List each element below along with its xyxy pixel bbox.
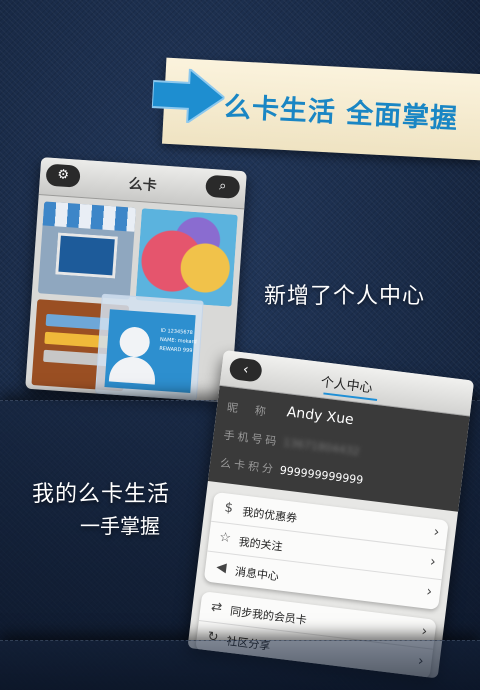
menu-label: 消息中心 — [234, 565, 280, 584]
avatar-body — [108, 355, 157, 385]
id-card: ID 12345678 NAME: mokard REWARD 999 — [104, 309, 198, 394]
star-icon: ☆ — [218, 529, 232, 547]
promo-banner: 么卡生活 全面掌握 — [151, 57, 480, 161]
points-value: 999999999999 — [278, 463, 364, 487]
life-caption-line1: 我的么卡生活 — [32, 482, 171, 507]
new-feature-caption: 新增了个人中心 — [264, 284, 426, 309]
awning-graphic — [42, 201, 137, 232]
member-card-tile[interactable]: ID 12345678 NAME: mokard REWARD 999 — [94, 293, 204, 401]
pocket-strip-bottom — [0, 640, 480, 690]
phone-value: 13671804432 — [282, 435, 361, 459]
home-screen-preview: ⚙ 么卡 ⌕ ID 12345678 NAME: mokard REWARD 9… — [25, 157, 247, 403]
banner-text: 么卡生活 全面掌握 — [223, 91, 459, 136]
chevron-right-icon: › — [420, 623, 429, 640]
chevron-right-icon: › — [425, 583, 434, 601]
nickname-value: Andy Xue — [285, 404, 355, 429]
window-graphic — [55, 232, 118, 279]
chevron-right-icon: › — [429, 553, 437, 571]
menu-label: 同步我的会员卡 — [229, 604, 308, 628]
menu-label: 我的优惠券 — [241, 505, 298, 526]
life-caption-line2: 一手掌握 — [80, 514, 160, 538]
life-caption: 我的么卡生活 一手掌握 — [32, 476, 170, 539]
menu-label: 我的关注 — [237, 535, 284, 554]
shuffle-icon: ⇄ — [210, 599, 223, 616]
store-tile[interactable] — [37, 201, 137, 300]
arrow-icon — [151, 67, 226, 125]
menu-group-1: $ 我的优惠券 › ☆ 我的关注 › ◀ 消息中心 › — [203, 491, 449, 611]
home-header: ⚙ 么卡 ⌕ — [38, 157, 247, 210]
search-icon[interactable]: ⌕ — [204, 174, 241, 199]
chevron-right-icon: › — [432, 523, 441, 541]
avatar — [118, 326, 151, 359]
reward-line: REWARD 999 — [159, 345, 193, 355]
balloons-tile[interactable] — [135, 208, 238, 307]
megaphone-icon: ◀ — [215, 559, 228, 576]
points-label: 么卡积分 — [219, 456, 277, 477]
nickname-label: 昵 称 — [226, 400, 270, 419]
coupon-icon: $ — [223, 500, 234, 517]
profile-screen-preview: ‹ 个人中心 昵 称 Andy Xue 手机号码 13671804432 么卡积… — [187, 350, 475, 679]
id-card-text: ID 12345678 NAME: mokard REWARD 999 — [159, 327, 198, 357]
phone-label: 手机号码 — [222, 428, 281, 449]
